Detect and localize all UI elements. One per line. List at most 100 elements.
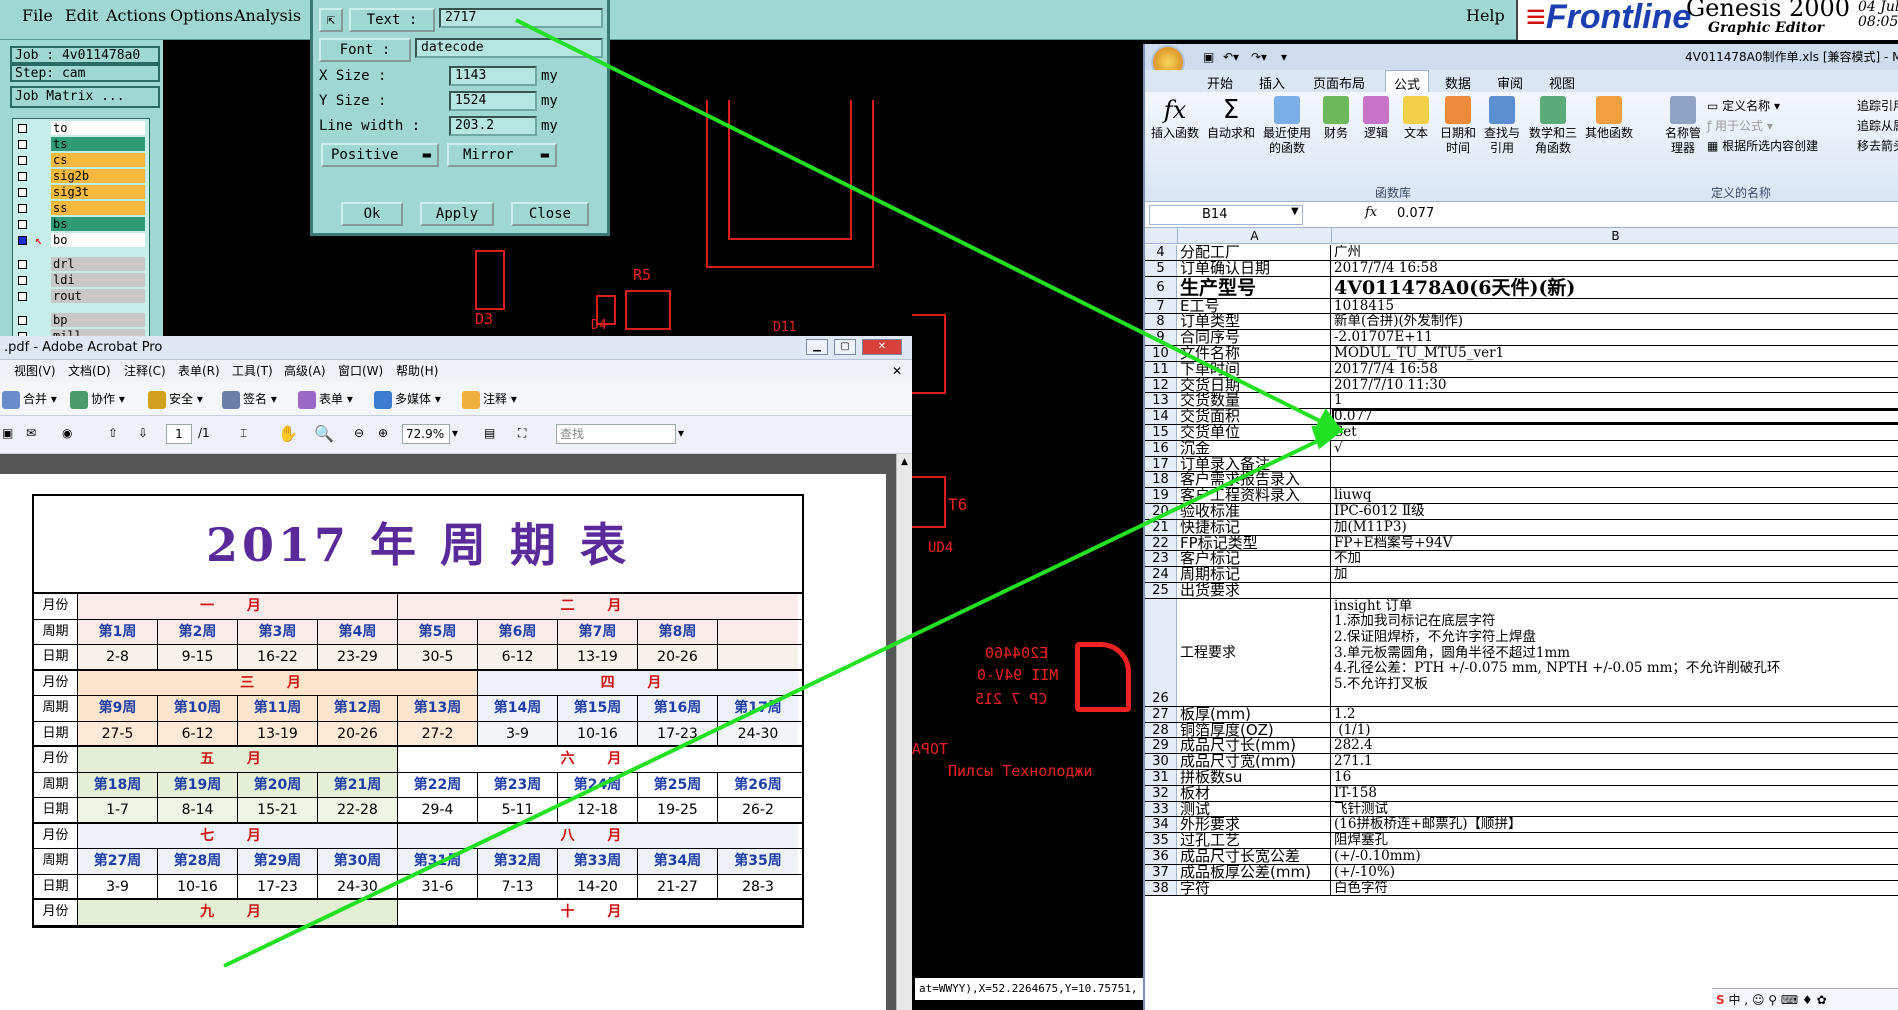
layer-name[interactable]: rout: [51, 289, 145, 303]
insert-function-button[interactable]: fx 插入函数: [1149, 96, 1201, 141]
cell-b[interactable]: IPC-6012 Ⅱ级: [1332, 504, 1898, 519]
logical-button[interactable]: 逻辑: [1357, 96, 1395, 141]
layer-name[interactable]: cs: [51, 153, 145, 167]
acrobat-vscrollbar[interactable]: ▲: [896, 454, 912, 1010]
layer-checkbox[interactable]: [18, 236, 27, 245]
text-button[interactable]: 文本: [1397, 96, 1435, 141]
cell-a[interactable]: 合同序号: [1178, 330, 1331, 345]
trace-dependents-button[interactable]: 追踪从属: [1857, 116, 1898, 136]
layer-checkbox[interactable]: [18, 316, 27, 325]
acro-menu-tools[interactable]: 工具(T): [232, 360, 273, 382]
cell-b[interactable]: 新单(合拼)(外发制作): [1332, 314, 1898, 329]
multimedia-button[interactable]: 多媒体 ▾: [374, 390, 441, 409]
cell-b[interactable]: 1: [1332, 393, 1898, 408]
layer-name[interactable]: drl: [51, 257, 145, 271]
cell-a[interactable]: 交货面积: [1178, 409, 1331, 424]
cell-b[interactable]: 282.4: [1332, 738, 1898, 753]
qat-customize-icon[interactable]: ▾: [1281, 44, 1287, 70]
row-number[interactable]: 25: [1145, 583, 1177, 598]
cell-a[interactable]: FP标记类型: [1178, 535, 1331, 551]
layer-row-sig3t[interactable]: sig3t: [15, 185, 149, 200]
font-input[interactable]: datecode: [415, 38, 603, 58]
cell-a[interactable]: 工程要求: [1178, 598, 1331, 706]
cell-b[interactable]: [1332, 457, 1898, 472]
trace-precedents-button[interactable]: 追踪引用: [1857, 96, 1898, 116]
row-number[interactable]: 37: [1145, 864, 1177, 880]
qat-redo-icon[interactable]: ↷▾: [1251, 44, 1267, 70]
col-header-b[interactable]: B: [1332, 228, 1898, 244]
row-number[interactable]: 27: [1145, 706, 1177, 722]
cell-a[interactable]: 快捷标记: [1178, 519, 1331, 535]
combine-button[interactable]: 合并 ▾: [2, 390, 57, 409]
cell-a[interactable]: 成品尺寸宽(mm): [1178, 754, 1331, 769]
worksheet-grid[interactable]: A B 4 分配工厂 广州 5 订单确认日期 2017/7/4 16:58 6 生产型号 4V0…: [1145, 228, 1898, 1010]
cell-a[interactable]: 成品尺寸长宽公差: [1178, 849, 1331, 864]
layer-name[interactable]: ts: [51, 137, 145, 151]
layer-row-sig2b[interactable]: sig2b: [15, 169, 149, 184]
step-label[interactable]: Step: cam: [10, 64, 160, 82]
row-number[interactable]: 4: [1145, 245, 1177, 260]
prev-page-icon[interactable]: ⇧: [108, 426, 118, 440]
forms-button[interactable]: 表单 ▾: [298, 390, 353, 409]
menu-edit[interactable]: Edit: [65, 6, 98, 25]
layer-name[interactable]: to: [51, 121, 145, 135]
search-input[interactable]: 查找: [556, 424, 676, 444]
cell-a[interactable]: 订单类型: [1178, 314, 1331, 330]
tab-page-layout[interactable]: 页面布局: [1313, 73, 1365, 92]
cell-b[interactable]: 加: [1332, 567, 1898, 582]
job-label[interactable]: Job : 4v011478a0: [10, 46, 160, 64]
cell-b[interactable]: 白色字符: [1332, 881, 1898, 896]
cell-b[interactable]: √: [1332, 441, 1898, 456]
scroll-up-icon[interactable]: ▲: [897, 454, 912, 470]
row-number[interactable]: 14: [1145, 409, 1177, 424]
cell-b[interactable]: 4V011478A0(6天件)(新): [1332, 277, 1898, 298]
cell-a[interactable]: 交货数量: [1178, 393, 1331, 409]
font-label-button[interactable]: Font :: [319, 38, 411, 62]
layer-row-to[interactable]: to: [15, 121, 149, 136]
layer-name[interactable]: sig3t: [51, 185, 145, 199]
cell-b[interactable]: (+/-10%): [1332, 865, 1898, 880]
layer-name[interactable]: bo: [51, 233, 145, 247]
layer-name[interactable]: sig2b: [51, 169, 145, 183]
polarity-select[interactable]: Positive ▬: [321, 143, 439, 167]
layer-checkbox[interactable]: [18, 124, 27, 133]
close-button[interactable]: Close: [511, 202, 589, 226]
lookup-button[interactable]: 查找与引用: [1481, 96, 1523, 156]
cell-a[interactable]: 验收标准: [1178, 504, 1331, 519]
cell-a[interactable]: 过孔工艺: [1178, 833, 1331, 848]
select-tool-icon[interactable]: ⌶: [240, 426, 247, 441]
page-number-input[interactable]: 1: [166, 424, 192, 444]
maximize-icon[interactable]: ▢: [834, 339, 856, 355]
layer-row-ss[interactable]: ss: [15, 201, 149, 216]
pointer-icon[interactable]: ⇱: [319, 8, 343, 32]
cell-b[interactable]: 0.077: [1332, 409, 1898, 424]
row-number[interactable]: 29: [1145, 738, 1177, 753]
mirror-select[interactable]: Mirror ▬: [447, 143, 557, 167]
ok-button[interactable]: Ok: [341, 202, 403, 226]
define-name-button[interactable]: ▭ 定义名称 ▾: [1707, 96, 1818, 116]
cell-a[interactable]: 客户工程资料录入: [1178, 488, 1331, 503]
row-number[interactable]: 11: [1145, 361, 1177, 377]
layer-name[interactable]: ldi: [51, 273, 145, 287]
cell-a[interactable]: 周期标记: [1178, 567, 1331, 582]
row-number[interactable]: 15: [1145, 425, 1177, 440]
row-number[interactable]: 12: [1145, 377, 1177, 393]
row-number[interactable]: 5: [1145, 260, 1177, 276]
row-number[interactable]: 19: [1145, 488, 1177, 503]
secure-button[interactable]: 安全 ▾: [148, 390, 203, 409]
next-page-icon[interactable]: ⇩: [138, 426, 148, 440]
web-icon[interactable]: ◉: [62, 426, 72, 440]
cell-b[interactable]: IT-158: [1332, 786, 1898, 801]
cell-b[interactable]: 加(M11P3): [1332, 520, 1898, 535]
row-number[interactable]: 22: [1145, 535, 1177, 551]
row-number[interactable]: 16: [1145, 440, 1177, 456]
layer-name[interactable]: bs: [51, 217, 145, 231]
layer-row-bo[interactable]: bo ↖: [15, 233, 149, 248]
fx-icon[interactable]: fx: [1365, 205, 1377, 220]
row-number[interactable]: 8: [1145, 314, 1177, 329]
cell-b[interactable]: 2017/7/4 16:58: [1332, 362, 1898, 377]
cell-a[interactable]: 下单时间: [1178, 361, 1331, 377]
layer-checkbox[interactable]: [18, 172, 27, 181]
layer-checkbox[interactable]: [18, 260, 27, 269]
layer-row-bp[interactable]: bp: [15, 313, 149, 328]
